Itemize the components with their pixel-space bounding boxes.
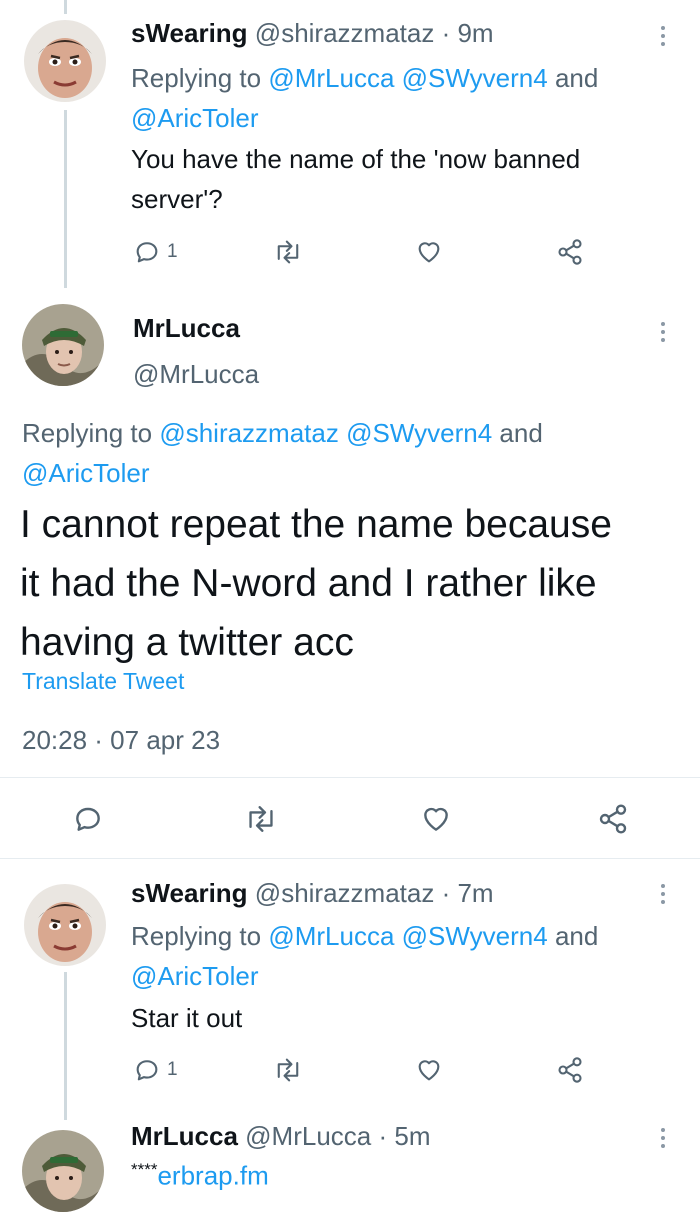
username[interactable]: @MrLucca <box>245 1121 371 1151</box>
tweet-timestamp[interactable]: 20:28 · 07 apr 23 <box>22 725 220 756</box>
thread-line <box>64 110 67 288</box>
tweet-text-link[interactable]: erbrap.fm <box>157 1161 268 1191</box>
replying-to-mention-arictoler[interactable]: @AricToler <box>22 458 150 488</box>
tweet-text-line: it had the N-word and I rather like <box>20 562 597 605</box>
replying-to-mentions[interactable]: @shirazzmataz @SWyvern4 <box>159 418 492 448</box>
replying-to-and: and <box>492 418 543 448</box>
more-vertical-icon[interactable] <box>659 26 667 50</box>
replying-to-and: and <box>547 921 599 951</box>
avatar-swearing[interactable] <box>24 20 106 102</box>
tweet-time[interactable]: · 7m <box>442 878 494 908</box>
reply-button[interactable]: 1 <box>133 1056 178 1084</box>
replying-to-mentions[interactable]: @MrLucca @SWyvern4 <box>268 63 547 93</box>
tweet-time[interactable]: · 5m <box>378 1121 430 1151</box>
share-icon <box>558 239 582 265</box>
replying-to-and: and <box>547 63 599 93</box>
share-icon <box>558 1057 582 1083</box>
display-name[interactable]: MrLucca <box>133 313 240 344</box>
retweet-icon <box>249 806 273 832</box>
avatar-image <box>22 304 104 386</box>
reply-count: 1 <box>167 241 178 262</box>
heart-icon <box>418 242 440 263</box>
share-button[interactable] <box>556 1056 584 1084</box>
reply-button[interactable] <box>72 803 104 835</box>
thread-line <box>64 0 67 14</box>
tweet-text: You have the name of the 'now banned ser… <box>131 139 580 219</box>
tweet-text-line: I cannot repeat the name because <box>20 503 612 546</box>
like-button[interactable] <box>420 803 452 835</box>
username[interactable]: @shirazzmataz <box>255 18 435 48</box>
tweet-text-line: having a twitter acc <box>20 621 354 664</box>
share-button[interactable] <box>556 238 584 266</box>
display-name[interactable]: sWearing <box>131 878 248 908</box>
heart-icon <box>424 807 448 831</box>
retweet-icon <box>277 1058 299 1082</box>
tweet-text-stars: **** <box>131 1160 158 1179</box>
reply-count: 1 <box>167 1059 178 1080</box>
tweet-text: Star it out <box>131 1003 243 1033</box>
replying-to-mention-arictoler[interactable]: @AricToler <box>131 961 259 991</box>
retweet-button[interactable] <box>273 1056 303 1084</box>
replying-to-prefix: Replying to <box>131 63 269 93</box>
retweet-icon <box>277 240 299 264</box>
reply-icon <box>136 1060 158 1081</box>
more-vertical-icon[interactable] <box>659 1128 667 1152</box>
replying-to-mention-arictoler[interactable]: @AricToler <box>131 103 259 133</box>
tweet-time[interactable]: · 9m <box>442 18 494 48</box>
avatar-image <box>24 884 106 966</box>
tweet-header: sWearing @shirazzmataz · 9m <box>131 18 494 49</box>
replying-to: Replying to @shirazzmataz @SWyvern4 and … <box>22 413 543 493</box>
divider <box>0 777 700 778</box>
replying-to: Replying to @MrLucca @SWyvern4 and @Aric… <box>131 58 598 138</box>
tweet-text-line: server'? <box>131 184 223 214</box>
display-name[interactable]: sWearing <box>131 18 248 48</box>
retweet-button[interactable] <box>273 238 303 266</box>
display-name[interactable]: MrLucca <box>131 1121 238 1151</box>
replying-to-prefix: Replying to <box>131 921 269 951</box>
share-button[interactable] <box>597 803 629 835</box>
heart-icon <box>418 1060 440 1081</box>
more-vertical-icon[interactable] <box>659 322 667 346</box>
tweet-header: sWearing @shirazzmataz · 7m <box>131 878 494 909</box>
divider <box>0 858 700 859</box>
tweet-text: I cannot repeat the name because it had … <box>20 495 612 672</box>
like-button[interactable] <box>415 1056 443 1084</box>
replying-to-prefix: Replying to <box>22 418 160 448</box>
username[interactable]: @MrLucca <box>133 359 259 390</box>
tweet-text: ****erbrap.fm <box>131 1160 269 1192</box>
avatar-image <box>24 20 106 102</box>
replying-to-mentions[interactable]: @MrLucca @SWyvern4 <box>268 921 547 951</box>
avatar-swearing[interactable] <box>24 884 106 966</box>
replying-to: Replying to @MrLucca @SWyvern4 and @Aric… <box>131 916 598 996</box>
like-button[interactable] <box>415 238 443 266</box>
more-vertical-icon[interactable] <box>659 884 667 908</box>
avatar-mrlucca[interactable] <box>22 304 104 386</box>
share-icon <box>599 804 627 834</box>
tweet-header: MrLucca @MrLucca · 5m <box>131 1121 430 1152</box>
reply-button[interactable]: 1 <box>133 238 178 266</box>
reply-icon <box>136 242 158 263</box>
username[interactable]: @shirazzmataz <box>255 878 435 908</box>
reply-icon <box>76 807 100 831</box>
thread-line <box>64 972 67 1120</box>
translate-tweet-link[interactable]: Translate Tweet <box>22 668 184 695</box>
retweet-button[interactable] <box>244 803 278 835</box>
tweet-text-line: You have the name of the 'now banned <box>131 144 581 174</box>
